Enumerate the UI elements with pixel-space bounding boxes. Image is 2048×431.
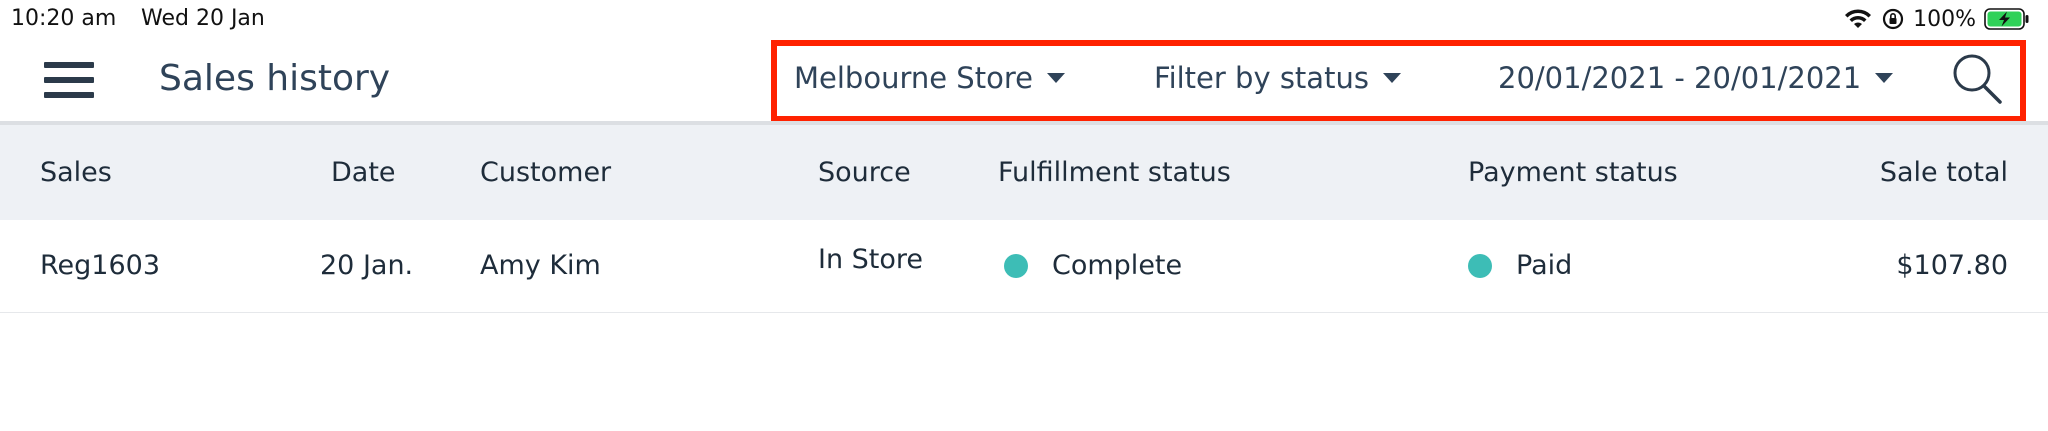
cell-fulfillment-status: Complete	[1004, 250, 1182, 281]
cell-sale-total: $107.80	[1896, 250, 2008, 281]
battery-percentage: 100%	[1913, 6, 1976, 32]
column-header-source[interactable]: Source	[818, 157, 911, 188]
caret-down-icon	[1046, 73, 1065, 83]
cell-customer: Amy Kim	[480, 250, 601, 281]
fulfillment-status-dot-icon	[1004, 253, 1028, 278]
column-header-date[interactable]: Date	[331, 157, 396, 188]
search-button[interactable]	[1951, 53, 2003, 105]
caret-down-icon	[1382, 73, 1401, 83]
status-date: Wed 20 Jan	[141, 6, 265, 31]
table-row[interactable]: Reg1603 20 Jan. Amy Kim In Store Complet…	[0, 220, 2048, 313]
cell-date: 20 Jan.	[320, 250, 414, 281]
date-range-label: 20/01/2021 - 20/01/2021	[1498, 61, 1862, 95]
date-range-dropdown[interactable]: 20/01/2021 - 20/01/2021	[1498, 58, 1894, 98]
cell-source: In Store	[818, 244, 924, 275]
app-header: Sales history Melbourne Store Filter by …	[0, 38, 2048, 123]
search-icon	[1953, 54, 2002, 104]
payment-status-text: Paid	[1516, 250, 1573, 281]
status-time: 10:20 am	[11, 6, 117, 31]
orientation-lock-icon	[1882, 8, 1904, 30]
menu-icon[interactable]	[44, 60, 94, 100]
caret-down-icon	[1875, 73, 1894, 83]
status-bar: 10:20 am Wed 20 Jan 100%	[0, 0, 2048, 38]
column-header-customer[interactable]: Customer	[480, 157, 611, 188]
column-header-sale-total[interactable]: Sale total	[1880, 157, 2008, 188]
status-filter-label: Filter by status	[1154, 61, 1369, 95]
cell-payment-status: Paid	[1468, 250, 1572, 281]
status-indicators: 100%	[1843, 4, 2030, 34]
payment-status-dot-icon	[1468, 253, 1492, 278]
column-header-sales[interactable]: Sales	[40, 157, 112, 188]
page-title: Sales history	[159, 58, 391, 99]
store-filter-label: Melbourne Store	[794, 61, 1033, 95]
status-filter-dropdown[interactable]: Filter by status	[1154, 58, 1401, 98]
wifi-icon	[1845, 9, 1872, 28]
fulfillment-status-text: Complete	[1052, 250, 1183, 281]
cell-sale-id: Reg1603	[40, 250, 161, 281]
store-filter-dropdown[interactable]: Melbourne Store	[794, 58, 1065, 98]
column-header-payment-status[interactable]: Payment status	[1468, 157, 1678, 188]
column-header-fulfillment-status[interactable]: Fulfillment status	[998, 157, 1231, 188]
battery-charging-icon	[1984, 8, 2029, 30]
table-header: Sales Date Customer Source Fulfillment s…	[0, 125, 2048, 220]
